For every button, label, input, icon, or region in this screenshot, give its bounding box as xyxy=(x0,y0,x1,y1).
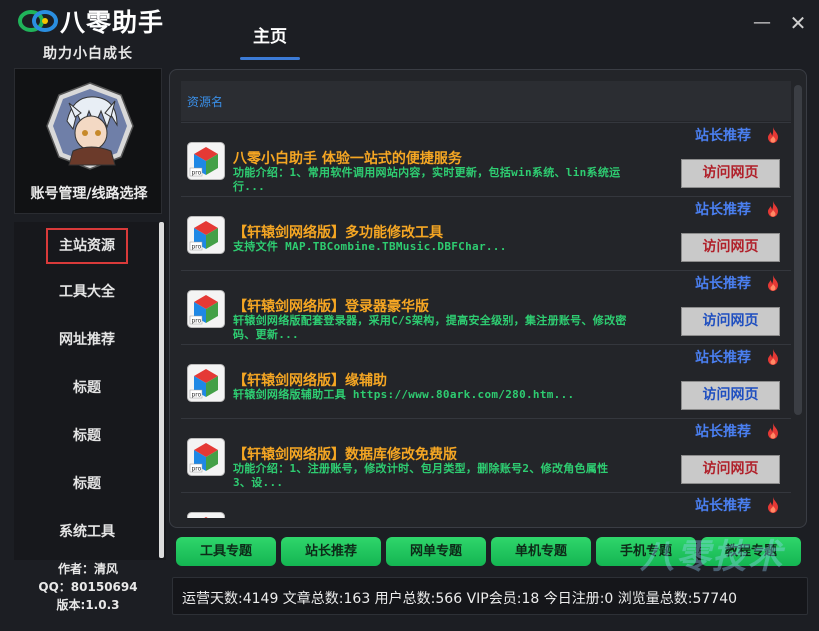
avatar[interactable] xyxy=(45,81,135,171)
app-logo: 八零助手 xyxy=(18,6,168,37)
app-icon: pro xyxy=(187,512,225,518)
svg-text:pro: pro xyxy=(192,466,202,473)
fire-icon xyxy=(768,275,778,291)
online-game-topic-button[interactable]: 网单专题 xyxy=(386,537,486,566)
minimize-button[interactable]: — xyxy=(751,12,773,34)
fire-icon xyxy=(768,423,778,439)
visit-page-button[interactable]: 访问网页 xyxy=(681,381,780,410)
recommend-tag: 站长推荐 xyxy=(695,424,751,440)
sidebar-item-tools[interactable]: 工具大全 xyxy=(46,274,128,310)
svg-text:pro: pro xyxy=(192,170,202,177)
app-window: 八零助手 助力小白成长 主页 — ✕ 账号管理/线路选择 主站资源 工具大全 网… xyxy=(0,0,819,631)
account-panel[interactable]: 账号管理/线路选择 xyxy=(14,68,162,214)
item-title[interactable]: 【轩辕剑网络版】缘辅助 xyxy=(233,370,387,390)
app-icon: pro xyxy=(187,438,225,476)
app-icon: pro xyxy=(187,290,225,328)
sidebar-item-system-tools[interactable]: 系统工具 xyxy=(46,514,128,550)
site-stats: 运营天数:4149 文章总数:163 用户总数:566 VIP会员:18 今日注… xyxy=(182,591,738,607)
logo-icon xyxy=(18,8,58,34)
sidebar-nav: 主站资源 工具大全 网址推荐 标题 标题 标题 系统工具 xyxy=(14,222,166,560)
list-item: pro 【轩辕剑网络版】多功能修改工具 支持文件 MAP.TBCombine.T… xyxy=(181,196,791,270)
recommend-tag: 站长推荐 xyxy=(695,350,751,366)
list-item: pro 【轩辕剑网络版】登录器豪华版 轩辕剑网络版配套登录器，采用C/S架构，提… xyxy=(181,270,791,344)
account-switch-label: 账号管理/线路选择 xyxy=(30,186,148,202)
visit-page-button[interactable]: 访问网页 xyxy=(681,233,780,262)
tab-home[interactable]: 主页 xyxy=(240,18,300,60)
recommend-tag: 站长推荐 xyxy=(695,498,751,514)
sidebar-item-websites[interactable]: 网址推荐 xyxy=(46,322,128,358)
item-description: 轩辕剑网络版配套登录器，采用C/S架构，提高安全级别，集注册账号、修改密 码、更… xyxy=(233,314,627,341)
item-description: 功能介绍：1、注册账号，修改计时、包月类型，删除账号2、修改角色属性 3、设..… xyxy=(233,462,609,489)
list-item: pro 【轩辕剑网络版】数据库修改免费版 功能介绍：1、注册账号，修改计时、包月… xyxy=(181,418,791,492)
item-description: 功能介绍：1、常用软件调用网站内容，实时更新，包括win系统、lin系统运 行.… xyxy=(233,166,621,193)
tutorial-topic-button[interactable]: 教程专题 xyxy=(701,537,801,566)
app-version: 版本:1.0.3 xyxy=(56,598,120,612)
topic-buttons: 工具专题 站长推荐 网单专题 单机专题 手机专题 教程专题 xyxy=(176,537,806,567)
svg-text:pro: pro xyxy=(192,244,202,251)
item-title[interactable]: 【轩辕剑网络版】登录器豪华版 xyxy=(233,296,429,316)
author-name: 作者：清风 xyxy=(57,562,118,576)
app-title: 八零助手 xyxy=(60,8,165,37)
app-icon: pro xyxy=(187,142,225,180)
fire-icon xyxy=(768,349,778,365)
column-resource-name[interactable]: 资源名 xyxy=(187,93,223,110)
fire-icon xyxy=(768,127,778,143)
item-title[interactable]: 【轩辕剑网络版】多功能修改工具 xyxy=(233,222,443,242)
close-button[interactable]: ✕ xyxy=(787,12,809,34)
item-description: 支持文件 MAP.TBCombine.TBMusic.DBFChar... xyxy=(233,240,507,253)
visit-page-button[interactable]: 访问网页 xyxy=(681,455,780,484)
app-icon: pro xyxy=(187,216,225,254)
app-slogan: 助力小白成长 xyxy=(43,46,133,62)
mobile-topic-button[interactable]: 手机专题 xyxy=(596,537,696,566)
visit-page-button[interactable]: 访问网页 xyxy=(681,307,780,336)
sidebar-item-title-2[interactable]: 标题 xyxy=(46,418,128,454)
item-description: 轩辕剑网络版辅助工具 https://www.80ark.com/280.htm… xyxy=(233,388,575,401)
list-scrollbar[interactable] xyxy=(794,85,802,415)
list-item: pro 八零小白助手 体验一站式的便捷服务 功能介绍：1、常用软件调用网站内容，… xyxy=(181,122,791,196)
resource-list: pro 八零小白助手 体验一站式的便捷服务 功能介绍：1、常用软件调用网站内容，… xyxy=(181,122,791,518)
tools-topic-button[interactable]: 工具专题 xyxy=(176,537,276,566)
list-item: pro 【轩辕剑网络版】缘辅助 轩辕剑网络版辅助工具 https://www.8… xyxy=(181,344,791,418)
resource-panel: 资源名 pro 八零小白助手 体验一站式的便捷服务 功能介绍：1、常用软件调用网… xyxy=(169,69,807,528)
recommend-tag: 站长推荐 xyxy=(695,276,751,292)
item-title[interactable]: 【轩辕剑网络版】数据库修改免费版 xyxy=(233,444,457,464)
list-item: pro 站长推荐 xyxy=(181,492,791,518)
tab-active-indicator xyxy=(240,57,300,60)
tab-home-label: 主页 xyxy=(253,27,287,47)
sidebar-scrollbar[interactable] xyxy=(159,222,164,558)
sidebar-item-main-resources[interactable]: 主站资源 xyxy=(46,228,128,264)
status-bar: 运营天数:4149 文章总数:163 用户总数:566 VIP会员:18 今日注… xyxy=(172,577,808,615)
recommend-tag: 站长推荐 xyxy=(695,128,751,144)
svg-text:pro: pro xyxy=(192,318,202,325)
recommend-tag: 站长推荐 xyxy=(695,202,751,218)
recommend-topic-button[interactable]: 站长推荐 xyxy=(281,537,381,566)
item-title[interactable]: 八零小白助手 体验一站式的便捷服务 xyxy=(233,148,462,168)
author-qq: QQ：80150694 xyxy=(38,580,138,594)
visit-page-button[interactable]: 访问网页 xyxy=(681,159,780,188)
fire-icon xyxy=(768,201,778,217)
author-info: 作者：清风 QQ：80150694 版本:1.0.3 xyxy=(14,560,162,614)
svg-text:pro: pro xyxy=(192,392,202,399)
single-game-topic-button[interactable]: 单机专题 xyxy=(491,537,591,566)
fire-icon xyxy=(768,497,778,513)
sidebar-item-title-1[interactable]: 标题 xyxy=(46,370,128,406)
list-header: 资源名 xyxy=(181,81,791,121)
app-icon: pro xyxy=(187,364,225,402)
sidebar-item-title-3[interactable]: 标题 xyxy=(46,466,128,502)
